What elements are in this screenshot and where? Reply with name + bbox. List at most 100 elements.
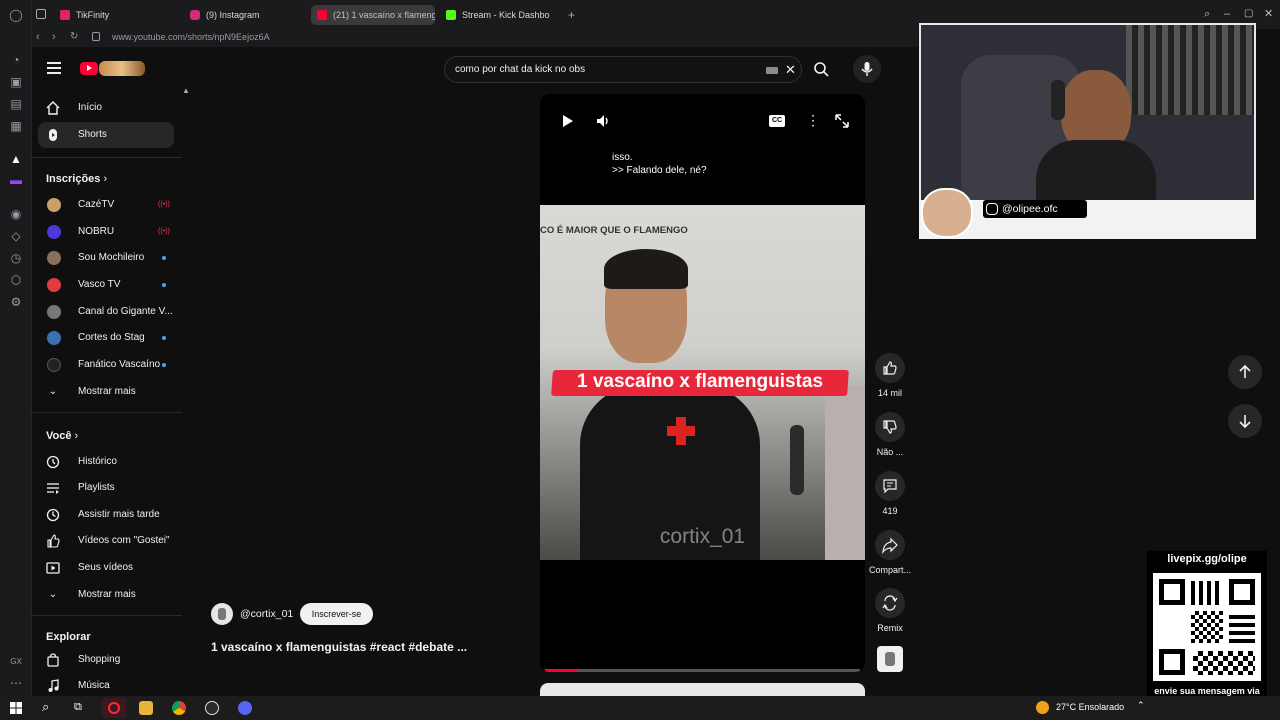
sidebar-you-show-more[interactable]: ⌄ Mostrar mais xyxy=(38,582,174,608)
keyboard-icon[interactable] xyxy=(766,67,778,74)
sidebar-sub-stag[interactable]: Cortes do Stag xyxy=(38,325,174,351)
maximize-button[interactable]: ▢ xyxy=(1244,8,1253,19)
sidebar-item-playlists[interactable]: Playlists xyxy=(38,475,174,501)
clear-search-icon[interactable]: ✕ xyxy=(785,62,796,78)
sidebar-item-watch-later[interactable]: Assistir mais tarde xyxy=(38,502,174,528)
obs-icon[interactable] xyxy=(205,701,219,715)
sidebar-sub-vascotv[interactable]: Vasco TV xyxy=(38,272,174,298)
settings-icon[interactable]: ⚙ xyxy=(9,295,23,309)
webcam-overlay xyxy=(919,23,1256,202)
fullscreen-button[interactable] xyxy=(833,112,851,130)
pin-icon[interactable]: ◇ xyxy=(9,229,23,243)
back-button[interactable]: ‹ xyxy=(36,31,40,43)
subscribe-button[interactable]: Inscrever-se xyxy=(300,603,373,625)
extensions-icon[interactable]: ⬡ xyxy=(9,273,23,287)
progress-fill xyxy=(545,669,577,672)
dislike-button[interactable] xyxy=(875,412,905,442)
like-count: 14 mil xyxy=(877,388,902,398)
search-button[interactable] xyxy=(804,56,840,83)
sidebar-item-shopping[interactable]: Shopping xyxy=(38,647,174,673)
tab-instagram[interactable]: (9) Instagram xyxy=(184,5,309,25)
youtube-logo[interactable] xyxy=(80,62,98,75)
history-icon[interactable]: ◷ xyxy=(9,251,23,265)
new-tab-button[interactable]: + xyxy=(568,8,575,22)
next-short-preview[interactable] xyxy=(540,683,865,696)
history-icon xyxy=(46,455,60,469)
video-frame[interactable]: CO É MAIOR QUE O FLAMENGO 1 vascaíno x f… xyxy=(540,205,865,560)
task-view-icon[interactable]: ⧉ xyxy=(74,701,82,714)
cartoon-avatar xyxy=(921,188,973,238)
like-button[interactable] xyxy=(875,353,905,383)
remix-button[interactable] xyxy=(875,588,905,618)
playlist-icon xyxy=(47,483,59,494)
shorts-icon xyxy=(49,129,57,141)
tray-expand-icon[interactable]: ⌃ xyxy=(1137,700,1145,711)
url-field[interactable]: www.youtube.com/shorts/npN9Eejoz6A xyxy=(112,32,270,42)
qr-modules xyxy=(1193,651,1255,675)
tab-tikfinity[interactable]: TikFinity xyxy=(54,5,179,25)
search-icon[interactable]: ⌕ xyxy=(42,699,49,715)
sidebar-sub-gigante[interactable]: Canal do Gigante V... xyxy=(38,299,174,325)
video-title[interactable]: 1 vascaíno x flamenguistas #react #debat… xyxy=(211,640,467,654)
gx-icon[interactable]: GX xyxy=(9,655,23,669)
news-icon[interactable]: ▤ xyxy=(9,97,23,111)
progress-track[interactable] xyxy=(545,669,860,672)
play-button[interactable] xyxy=(558,112,576,130)
flow-icon[interactable]: ◔ xyxy=(9,53,23,67)
channel-avatar[interactable] xyxy=(211,603,233,625)
weather-text[interactable]: 27°C Ensolarado xyxy=(1056,702,1124,712)
opera-gx-taskbar-icon[interactable] xyxy=(102,698,126,718)
sound-thumbnail[interactable] xyxy=(877,646,903,672)
aria-icon[interactable]: ▲ xyxy=(9,152,23,166)
shorts-player[interactable]: CC ⋮ isso. >> Falando dele, né? CO É MAI… xyxy=(540,94,865,672)
chrome-icon[interactable] xyxy=(172,701,186,715)
comments-button[interactable] xyxy=(875,471,905,501)
channel-handle[interactable]: @cortix_01 xyxy=(240,608,293,620)
play-circle-icon[interactable]: ◉ xyxy=(9,207,23,221)
sidebar-item-liked[interactable]: Vídeos com "Gostei" xyxy=(38,528,174,554)
sidebar-item-home[interactable]: Início xyxy=(38,95,174,121)
file-explorer-icon[interactable] xyxy=(139,701,153,715)
sidebar-sub-cazetv[interactable]: CazéTV ((•)) xyxy=(38,192,174,218)
sidebar-item-shorts[interactable]: Shorts xyxy=(38,122,174,148)
forward-button[interactable]: › xyxy=(52,31,56,43)
microphone-icon xyxy=(861,62,873,76)
more-options-button[interactable]: ⋮ xyxy=(806,112,820,129)
menu-icon[interactable] xyxy=(47,62,61,74)
twitch-icon[interactable]: ▬ xyxy=(9,173,23,187)
previous-short-button[interactable] xyxy=(1228,355,1262,389)
sidebar-sub-nobru[interactable]: NOBRU ((•)) xyxy=(38,219,174,245)
search-bar[interactable]: como por chat da kick no obs ✕ xyxy=(444,56,802,83)
close-window-button[interactable]: ✕ xyxy=(1264,7,1273,20)
sidebar-subs-show-more[interactable]: ⌄ Mostrar mais xyxy=(38,379,174,405)
search-tabs-icon[interactable]: ⌕ xyxy=(1204,8,1210,21)
player-icon[interactable]: ▦ xyxy=(9,119,23,133)
music-icon xyxy=(48,679,59,692)
sidebar-scroll-up[interactable]: ▲ xyxy=(182,86,190,95)
voice-search-button[interactable] xyxy=(853,55,881,83)
volume-button[interactable] xyxy=(594,112,612,130)
opera-logo-icon[interactable]: ◯ xyxy=(9,8,23,22)
tab-menu-icon[interactable] xyxy=(36,9,46,19)
sidebar-item-history[interactable]: Histórico xyxy=(38,449,174,475)
sidebar-sub-soumochileiro[interactable]: Sou Mochileiro xyxy=(38,245,174,271)
tab-kick[interactable]: Stream - Kick Dashbo xyxy=(440,5,564,25)
windows-start-icon[interactable] xyxy=(10,702,22,714)
discord-icon[interactable] xyxy=(238,701,252,715)
avatar xyxy=(47,225,61,239)
sidebar-sub-fanatico[interactable]: Fanático Vascaíno xyxy=(38,352,174,378)
chevron-right-icon: › xyxy=(74,430,79,442)
captions-button[interactable]: CC xyxy=(769,115,785,127)
you-title[interactable]: Você › xyxy=(46,430,78,442)
sidebar-item-your-videos[interactable]: Seus vídeos xyxy=(38,555,174,581)
doodle-logo[interactable] xyxy=(99,61,145,76)
subscriptions-title[interactable]: Inscrições › xyxy=(46,173,107,185)
search-input[interactable]: como por chat da kick no obs xyxy=(455,64,585,75)
next-short-button[interactable] xyxy=(1228,404,1262,438)
share-button[interactable] xyxy=(875,530,905,560)
more-icon[interactable]: ⋯ xyxy=(9,676,23,690)
reload-button[interactable]: ↻ xyxy=(70,31,78,42)
wallet-icon[interactable]: ▣ xyxy=(9,75,23,89)
minimize-button[interactable]: – xyxy=(1224,8,1230,20)
tab-youtube[interactable]: (21) 1 vascaíno x flamengu xyxy=(311,5,435,25)
